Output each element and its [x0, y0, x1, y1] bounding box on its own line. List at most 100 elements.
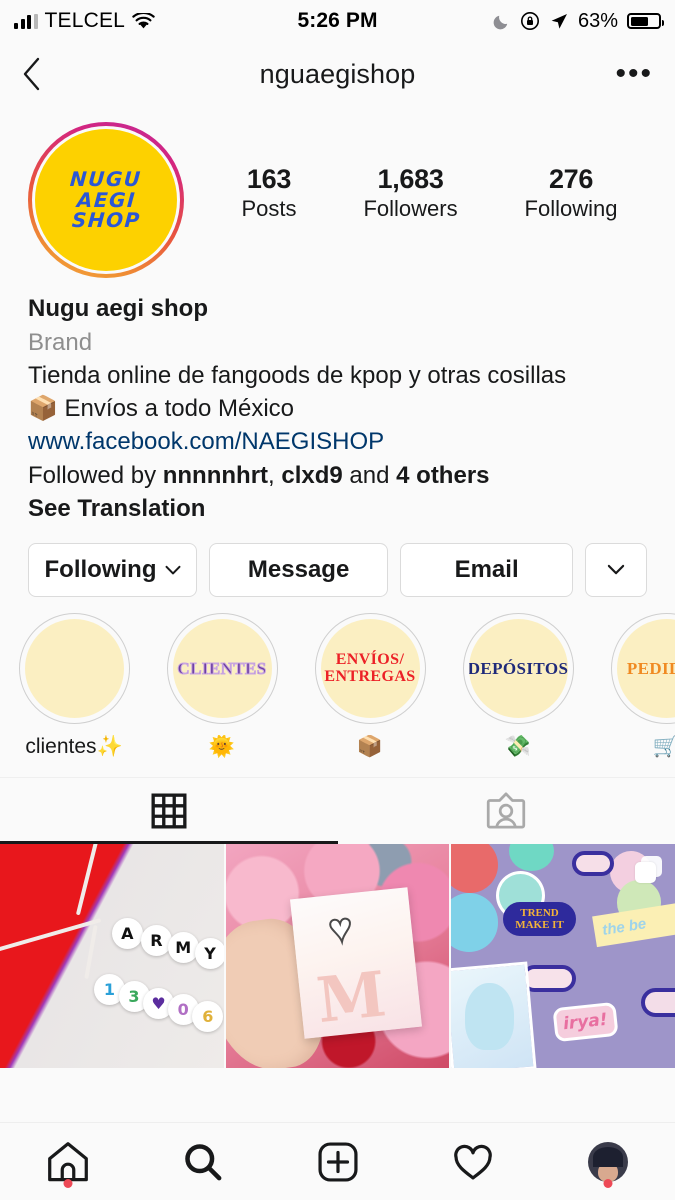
nav-home-button[interactable]: [0, 1123, 135, 1200]
back-button[interactable]: [22, 57, 62, 91]
highlight-cover-2: ENVÍOS/ ENTREGAS: [314, 613, 426, 725]
bio-website-link[interactable]: www.facebook.com/NAEGISHOP: [28, 425, 647, 458]
profile-bio: Nugu aegi shop Brand Tienda online de fa…: [0, 286, 675, 526]
highlight-item-2[interactable]: ENVÍOS/ ENTREGAS 📦: [296, 613, 444, 759]
highlight-cover-text-4: PEDIDOS: [626, 659, 675, 679]
chevron-down-icon: [607, 565, 625, 575]
profile-header: NUGU AEGI SHOP 163 Posts 1,683 Followers…: [0, 106, 675, 286]
highlight-label-1: 🌞: [208, 735, 236, 759]
profile-tabs: [0, 777, 675, 845]
status-bar: TELCEL 5:26 PM 63%: [0, 0, 675, 42]
following-button-label: Following: [44, 556, 157, 584]
avatar-text-line-1: NUGU: [69, 167, 143, 192]
profile-stats: 163 Posts 1,683 Followers 276 Following: [192, 114, 655, 286]
more-actions-dropdown-button[interactable]: [585, 543, 648, 598]
signal-bars-icon: [14, 13, 38, 29]
highlight-cover-0: [18, 613, 130, 725]
highlight-item-1[interactable]: CLIENTES 🌞: [148, 613, 296, 759]
bead-a: A: [111, 918, 143, 950]
message-button-label: Message: [247, 556, 350, 584]
see-translation-link[interactable]: See Translation: [28, 492, 647, 526]
followed-by-prefix: Followed by: [28, 461, 163, 489]
followers-count: 1,683: [377, 164, 444, 194]
wifi-icon: [132, 12, 155, 28]
highlight-cover-text-2: ENVÍOS/: [335, 650, 405, 668]
highlight-label-2: 📦: [356, 735, 384, 759]
account-category: Brand: [28, 328, 93, 356]
following-count: 276: [548, 164, 594, 194]
following-label: Following: [524, 196, 618, 221]
nav-profile-button[interactable]: [540, 1123, 675, 1200]
activity-heart-icon: [453, 1144, 492, 1180]
highlight-item-4[interactable]: PEDIDOS 🛒: [592, 613, 675, 759]
story-ring: NUGU AEGI SHOP: [28, 122, 184, 278]
tab-tagged[interactable]: [338, 778, 675, 844]
bead-m: M: [167, 931, 199, 963]
highlight-cover-text-3: DEPÓSITOS: [468, 659, 568, 679]
followed-by-user-1: nnnnnhrt: [162, 461, 269, 489]
avatar-image: NUGU AEGI SHOP: [35, 129, 177, 271]
following-button[interactable]: Following: [28, 543, 198, 598]
chevron-left-icon: [23, 57, 40, 91]
add-post-icon: [317, 1141, 358, 1182]
highlight-item-3[interactable]: DEPÓSITOS 💸: [444, 613, 592, 759]
followers-label: Followers: [363, 196, 458, 221]
highlight-cover-3: DEPÓSITOS: [462, 613, 574, 725]
highlight-cover-fill-0: [24, 619, 124, 719]
post-cell-2[interactable]: TREND MAKE IT the be irya!: [451, 844, 675, 1069]
nav-add-post-button[interactable]: [270, 1123, 405, 1200]
display-name: Nugu aegi shop: [28, 295, 208, 322]
product-card: M: [290, 887, 423, 1040]
heart-pendant-icon: [327, 906, 373, 948]
profile-avatar[interactable]: NUGU AEGI SHOP: [20, 114, 192, 286]
home-icon: [47, 1141, 88, 1181]
rotation-lock-icon: [520, 12, 539, 30]
bead-r: R: [140, 924, 172, 956]
followed-by-others: 4 others: [396, 461, 490, 489]
instagram-profile-screen: TELCEL 5:26 PM 63% nguaegishop ••• NUGU …: [0, 0, 675, 1200]
profile-avatar-thumbnail: [587, 1141, 628, 1182]
bead-y: Y: [194, 938, 224, 970]
multiple-posts-icon: [634, 856, 662, 884]
sticker-text-trend: TREND MAKE IT: [515, 907, 564, 932]
post-grid: A R M Y 1 3 ♥ 0 6 M ♥ TREND MAKE IT the …: [0, 844, 675, 1069]
nav-search-button[interactable]: [135, 1123, 270, 1200]
avatar-inner: NUGU AEGI SHOP: [32, 126, 180, 274]
battery-icon: [627, 13, 665, 29]
nav-activity-button[interactable]: [405, 1123, 540, 1200]
story-highlights-row[interactable]: clientes✨ CLIENTES 🌞 ENVÍOS/ ENTREGAS 📦: [0, 597, 675, 759]
email-button-label: Email: [454, 556, 519, 584]
followed-by-separator: ,: [268, 461, 282, 489]
highlight-item-0[interactable]: clientes✨: [0, 613, 148, 759]
posts-count: 163: [246, 164, 292, 194]
stat-following[interactable]: 276 Following: [525, 164, 618, 222]
highlight-cover-text-1: CLIENTES: [177, 659, 267, 679]
stat-followers[interactable]: 1,683 Followers: [363, 164, 457, 222]
moon-icon: [493, 15, 508, 29]
followed-by-row[interactable]: Followed by nnnnnhrt, clxd9 and 4 others: [28, 459, 647, 493]
highlight-cover-fill-4: PEDIDOS: [616, 619, 675, 719]
highlight-label-4: 🛒: [653, 735, 675, 759]
clock: 5:26 PM: [297, 9, 378, 32]
highlight-cover-text-2b: ENTREGAS: [324, 667, 416, 685]
profile-notification-dot: [603, 1179, 612, 1188]
bio-line-1: Tienda online de fangoods de kpop y otra…: [28, 362, 567, 390]
chevron-down-icon: [165, 565, 180, 575]
stat-posts[interactable]: 163 Posts: [241, 164, 296, 222]
action-buttons-row: Following Message Email: [0, 526, 675, 598]
tab-grid[interactable]: [0, 778, 338, 845]
email-button[interactable]: Email: [400, 543, 574, 598]
post-cell-0[interactable]: A R M Y 1 3 ♥ 0 6: [0, 844, 224, 1069]
highlight-label-3: 💸: [504, 735, 532, 759]
home-notification-dot: [63, 1179, 72, 1188]
battery-percent: 63%: [577, 9, 619, 32]
highlight-label-0: clientes✨: [25, 735, 123, 759]
post-cell-1[interactable]: M: [225, 844, 450, 1069]
sticker-text-irya: irya!: [562, 1009, 609, 1035]
status-bar-left: TELCEL: [14, 9, 297, 33]
more-options-button[interactable]: •••: [613, 59, 653, 89]
tagged-person-icon: [487, 792, 526, 829]
message-button[interactable]: Message: [209, 543, 389, 598]
bead-6: 6: [192, 1000, 224, 1032]
bio-line-2: 📦 Envíos a todo México: [28, 395, 295, 423]
